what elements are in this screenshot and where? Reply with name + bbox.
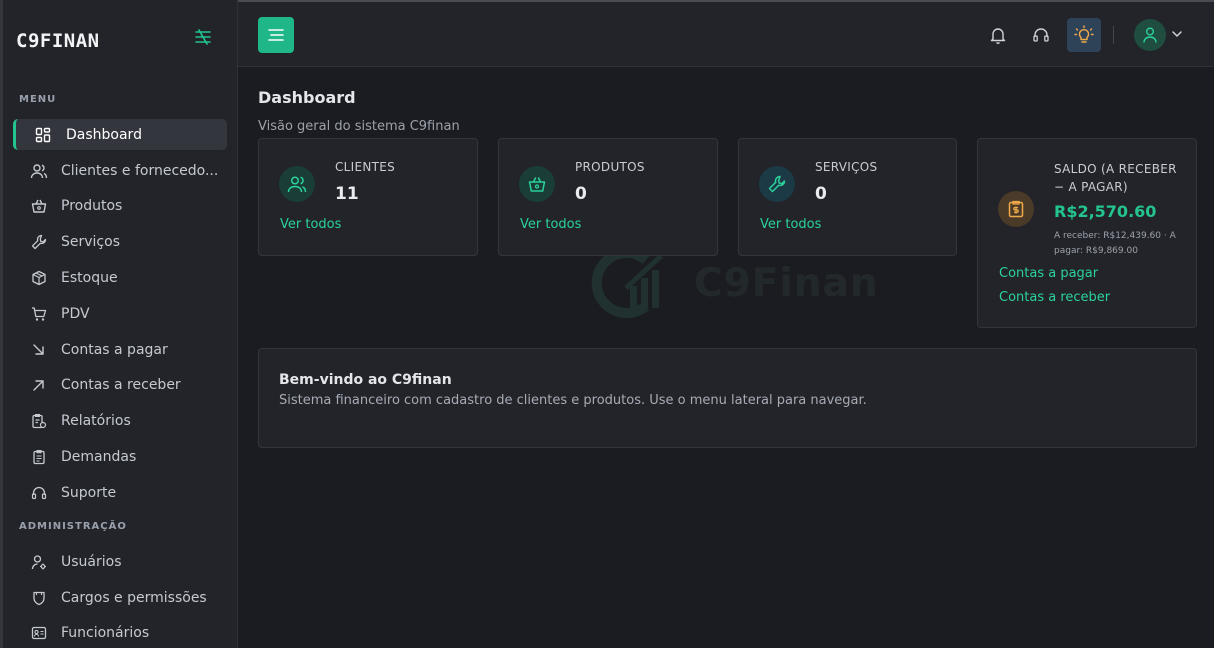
id-card-icon	[29, 623, 49, 643]
admin-section-label: ADMINISTRAÇÃO	[19, 521, 127, 532]
sidebar-item-clientes[interactable]: Clientes e fornecedo...	[13, 155, 227, 186]
welcome-panel: Bem-vindo ao C9finan Sistema financeiro …	[258, 348, 1197, 448]
ver-todos-produtos-link[interactable]: Ver todos	[520, 217, 581, 232]
report-icon	[29, 411, 49, 431]
basket-icon	[519, 166, 555, 202]
card-value: 11	[335, 184, 359, 204]
saldo-label: SALDO (A RECEBER − A PAGAR)	[1054, 162, 1177, 194]
users-icon	[29, 161, 49, 181]
sidebar-item-suporte[interactable]: Suporte	[13, 477, 227, 508]
brand-logo: C9FINAN	[16, 30, 100, 52]
contas-a-pagar-link[interactable]: Contas a pagar	[999, 266, 1098, 281]
bell-icon	[990, 28, 1006, 44]
card-servicos: SERVIÇOS 0 Ver todos	[738, 138, 957, 256]
basket-icon	[29, 196, 49, 216]
sidebar: C9FINAN MENU Dashboard Clientes e fornec…	[0, 0, 238, 648]
sidebar-item-pdv[interactable]: PDV	[13, 298, 227, 329]
saldo-detail: A receber: R$12,439.60 · A pagar: R$9,86…	[1054, 231, 1176, 256]
page-subtitle: Visão geral do sistema C9finan	[258, 119, 460, 134]
sidebar-item-label: Contas a pagar	[61, 341, 168, 358]
sidebar-item-label: Contas a receber	[61, 376, 181, 393]
hamburger-icon	[268, 29, 284, 41]
card-produtos: PRODUTOS 0 Ver todos	[498, 138, 718, 256]
collapse-icon	[195, 29, 211, 45]
sidebar-item-label: Funcionários	[61, 624, 150, 641]
card-value: 0	[815, 184, 827, 204]
sidebar-item-funcionarios[interactable]: Funcionários	[13, 617, 227, 648]
sidebar-item-label: Cargos e permissões	[61, 589, 207, 606]
card-value: 0	[575, 184, 587, 204]
sidebar-item-servicos[interactable]: Serviços	[13, 226, 227, 257]
arrow-up-right-icon	[29, 375, 49, 395]
sidebar-item-label: Serviços	[61, 233, 120, 250]
card-saldo: SALDO (A RECEBER − A PAGAR) R$2,570.60 A…	[977, 138, 1197, 328]
welcome-title: Bem-vindo ao C9finan	[279, 372, 452, 388]
card-label: PRODUTOS	[575, 160, 645, 174]
headset-icon	[1033, 28, 1049, 42]
lightbulb-icon	[1074, 25, 1094, 43]
chevron-down-icon[interactable]	[1170, 27, 1184, 41]
ver-todos-clientes-link[interactable]: Ver todos	[280, 217, 341, 232]
watermark-text: C9Finan	[694, 260, 879, 306]
sidebar-item-label: Suporte	[61, 484, 117, 501]
theme-toggle-button[interactable]	[1067, 18, 1101, 52]
sidebar-item-produtos[interactable]: Produtos	[13, 190, 227, 221]
sidebar-item-label: Usuários	[61, 553, 122, 570]
user-icon	[1143, 27, 1157, 43]
cart-icon	[29, 304, 49, 324]
page-title: Dashboard	[258, 88, 356, 107]
notifications-button[interactable]	[981, 18, 1015, 52]
wrench-icon	[759, 166, 795, 202]
sidebar-item-contas-receber[interactable]: Contas a receber	[13, 369, 227, 400]
support-button[interactable]	[1024, 18, 1058, 52]
sidebar-item-label: Demandas	[61, 448, 137, 465]
c9finan-logo-icon	[591, 248, 663, 318]
watermark-logo: C9Finan	[586, 248, 879, 318]
card-clientes: CLIENTES 11 Ver todos	[258, 138, 478, 256]
sidebar-item-contas-pagar[interactable]: Contas a pagar	[13, 334, 227, 365]
users-icon	[279, 166, 315, 202]
card-label: SERVIÇOS	[815, 160, 878, 174]
topbar-divider	[1113, 26, 1114, 44]
box-icon	[29, 268, 49, 288]
sidebar-item-label: Dashboard	[66, 126, 142, 143]
sidebar-item-dashboard[interactable]: Dashboard	[13, 119, 227, 150]
sidebar-item-label: Clientes e fornecedo...	[61, 162, 219, 179]
menu-section-label: MENU	[19, 94, 57, 105]
sidebar-item-demandas[interactable]: Demandas	[13, 441, 227, 472]
sidebar-item-label: Estoque	[61, 269, 118, 286]
sidebar-item-cargos[interactable]: Cargos e permissões	[13, 582, 227, 613]
ver-todos-servicos-link[interactable]: Ver todos	[760, 217, 821, 232]
saldo-value: R$2,570.60	[1054, 202, 1157, 221]
card-label: CLIENTES	[335, 160, 396, 174]
contas-a-receber-link[interactable]: Contas a receber	[999, 290, 1110, 305]
collapse-sidebar-button[interactable]	[192, 27, 214, 47]
user-avatar-button[interactable]	[1134, 19, 1166, 51]
grid-icon	[33, 125, 53, 145]
sidebar-item-label: PDV	[61, 305, 90, 322]
user-gear-icon	[29, 552, 49, 572]
sidebar-item-relatorios[interactable]: Relatórios	[13, 405, 227, 436]
sidebar-item-usuarios[interactable]: Usuários	[13, 546, 227, 577]
clipboard-money-icon	[998, 191, 1034, 227]
headset-icon	[29, 483, 49, 503]
sidebar-item-label: Produtos	[61, 197, 123, 214]
wrench-icon	[29, 232, 49, 252]
sidebar-item-label: Relatórios	[61, 412, 131, 429]
clipboard-icon	[29, 447, 49, 467]
arrow-down-right-icon	[29, 340, 49, 360]
sidebar-item-estoque[interactable]: Estoque	[13, 262, 227, 293]
shield-icon	[29, 588, 49, 608]
menu-toggle-button[interactable]	[258, 17, 294, 53]
topbar	[238, 0, 1214, 67]
welcome-text: Sistema financeiro com cadastro de clien…	[279, 393, 867, 408]
